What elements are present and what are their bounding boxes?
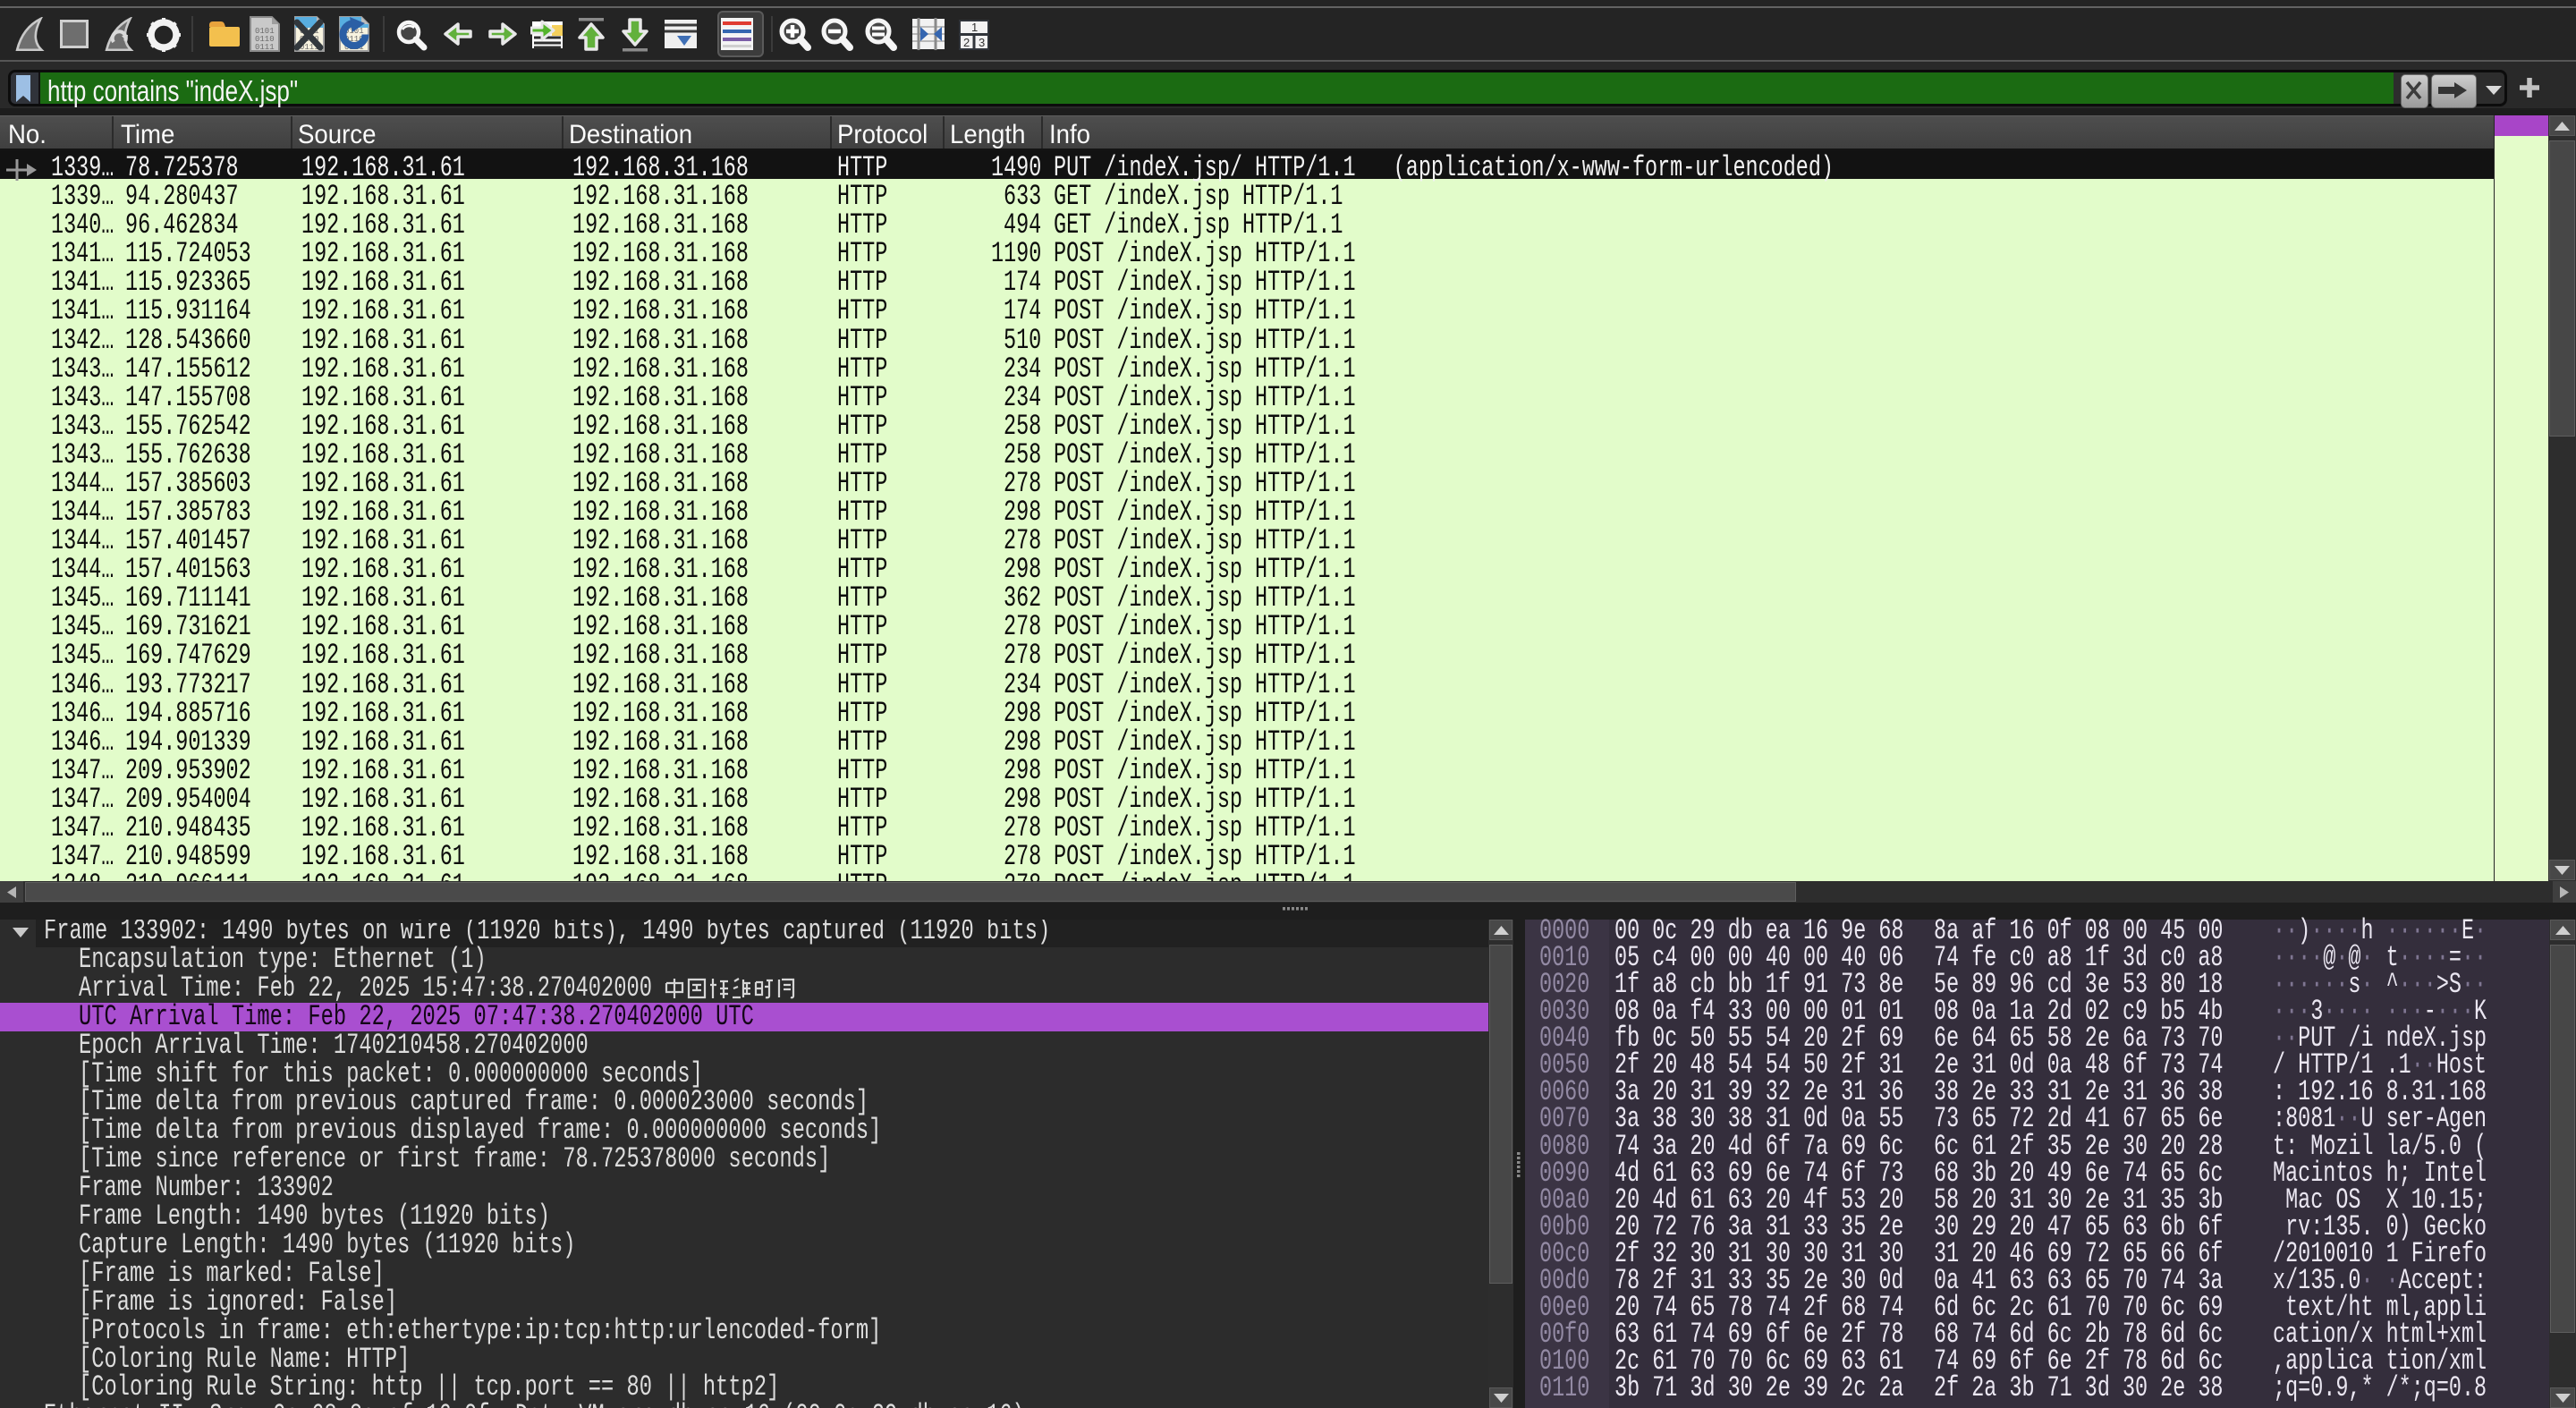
svg-text:2: 2 xyxy=(963,36,970,49)
svg-text:3: 3 xyxy=(979,36,985,49)
svg-text:1: 1 xyxy=(971,21,978,34)
svg-text:0111: 0111 xyxy=(255,43,275,52)
